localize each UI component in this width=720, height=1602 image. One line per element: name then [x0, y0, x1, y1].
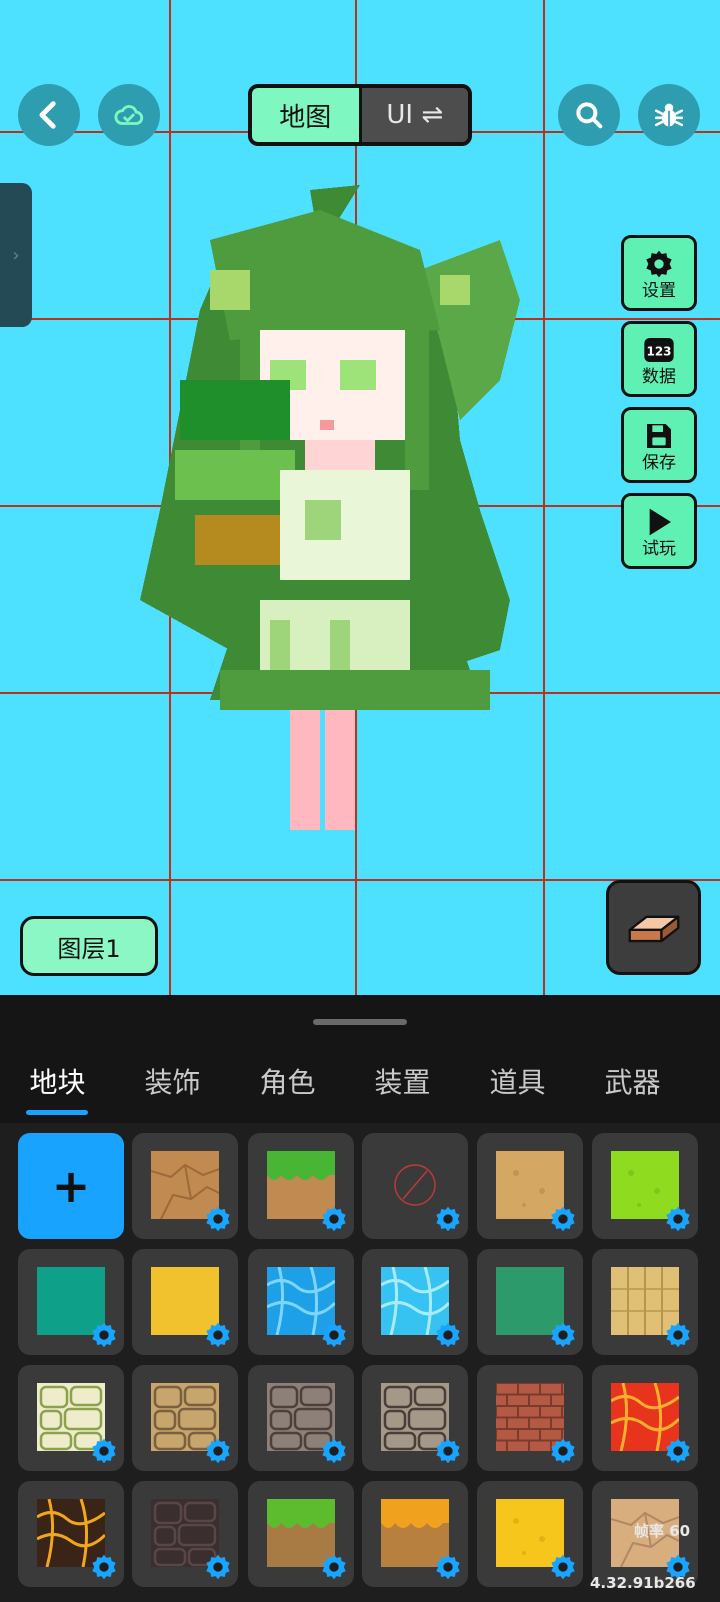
gear-icon[interactable]	[664, 1205, 692, 1233]
play-test-label: 试玩	[642, 538, 676, 559]
tab-characters[interactable]: 角色	[230, 1045, 345, 1117]
tile-item-cobble-moss[interactable]	[18, 1365, 124, 1471]
tab-devices[interactable]: 装置	[345, 1045, 460, 1117]
settings-label: 设置	[642, 280, 676, 301]
gear-icon[interactable]	[204, 1553, 232, 1581]
gear-icon[interactable]	[549, 1321, 577, 1349]
bug-icon	[654, 103, 684, 127]
tile-item-water-deep[interactable]	[248, 1249, 354, 1355]
gear-icon[interactable]	[320, 1321, 348, 1349]
tile-item-stone-tan[interactable]	[132, 1365, 238, 1471]
floppy-save-icon	[642, 419, 676, 453]
back-button[interactable]	[18, 84, 80, 146]
search-icon	[576, 102, 603, 129]
tile-item-grass-dirt[interactable]	[248, 1133, 354, 1239]
tile-item-gold-field[interactable]	[477, 1481, 583, 1587]
data-123-icon: 123	[642, 333, 676, 367]
plus-icon: +	[51, 1159, 91, 1213]
gear-icon[interactable]	[664, 1321, 692, 1349]
gear-icon[interactable]	[90, 1437, 118, 1465]
chevron-left-icon	[39, 101, 56, 129]
mode-toggle[interactable]: 地图 UI ⇌	[248, 84, 472, 146]
gear-icon[interactable]	[664, 1437, 692, 1465]
tile-item-sand[interactable]	[477, 1133, 583, 1239]
gear-icon	[642, 247, 676, 281]
play-test-button[interactable]: 试玩	[621, 493, 697, 569]
tile-item-water-light[interactable]	[362, 1249, 468, 1355]
save-label: 保存	[642, 452, 676, 473]
tile-item-lava[interactable]	[592, 1365, 698, 1471]
search-button[interactable]	[558, 84, 620, 146]
tile-item-wood-planks[interactable]	[592, 1249, 698, 1355]
tab-ui[interactable]: UI ⇌	[361, 88, 468, 142]
tile-item-brick[interactable]	[477, 1365, 583, 1471]
tile-item-autumn-grass[interactable]	[362, 1481, 468, 1587]
tab-decorations[interactable]: 装饰	[115, 1045, 230, 1117]
chevron-right-icon: ›	[12, 244, 20, 266]
tab-items[interactable]: 道具	[460, 1045, 575, 1117]
tile-item-magma-dark[interactable]	[18, 1481, 124, 1587]
data-button[interactable]: 123 数据	[621, 321, 697, 397]
grid-line	[543, 0, 545, 995]
gear-icon[interactable]	[434, 1553, 462, 1581]
drawer-toggle[interactable]: ›	[0, 183, 32, 327]
gear-icon[interactable]	[90, 1321, 118, 1349]
tile-item-stone-gray[interactable]	[248, 1365, 354, 1471]
save-button[interactable]: 保存	[621, 407, 697, 483]
gear-icon[interactable]	[434, 1437, 462, 1465]
tile-item-rock-dark[interactable]	[132, 1481, 238, 1587]
tile-item-dirt-cracked[interactable]	[132, 1133, 238, 1239]
tile-grid: +	[0, 1123, 720, 1602]
layer-selector-button[interactable]: 图层1	[20, 916, 158, 976]
play-icon	[642, 505, 676, 539]
gear-icon[interactable]	[320, 1553, 348, 1581]
category-tabs: 地块 装饰 角色 装置 道具 武器	[0, 1045, 720, 1117]
tile-item-yellow-solid[interactable]	[132, 1249, 238, 1355]
eraser-icon	[628, 915, 679, 942]
tile-item-empty[interactable]	[362, 1133, 468, 1239]
gear-icon[interactable]	[320, 1437, 348, 1465]
character-sprite[interactable]	[120, 180, 540, 860]
tab-tiles[interactable]: 地块	[0, 1045, 115, 1117]
svg-text:123: 123	[646, 344, 671, 358]
tile-item-grass-plain[interactable]	[592, 1133, 698, 1239]
gear-icon[interactable]	[320, 1205, 348, 1233]
tile-item-stone-mixed[interactable]	[362, 1365, 468, 1471]
tab-map[interactable]: 地图	[252, 88, 362, 142]
gear-icon[interactable]	[204, 1437, 232, 1465]
tile-item-green-solid[interactable]	[477, 1249, 583, 1355]
gear-icon[interactable]	[434, 1321, 462, 1349]
cloud-check-icon	[114, 105, 144, 125]
debug-button[interactable]	[638, 84, 700, 146]
fps-counter: 帧率 60	[634, 1522, 691, 1540]
tile-palette-panel: 地块 装饰 角色 装置 道具 武器 +	[0, 995, 720, 1602]
gear-icon[interactable]	[204, 1205, 232, 1233]
eraser-button[interactable]	[606, 880, 701, 975]
gear-icon[interactable]	[549, 1553, 577, 1581]
tile-item-grass-dirt-2[interactable]	[248, 1481, 354, 1587]
map-canvas[interactable]: 地图 UI ⇌ › 设置 123 数据 保存 试玩 图层1	[0, 0, 720, 995]
version-label: 4.32.91b266	[590, 1574, 696, 1592]
add-tile-button[interactable]: +	[18, 1133, 124, 1239]
gear-icon[interactable]	[434, 1205, 462, 1233]
gear-icon[interactable]	[204, 1321, 232, 1349]
tab-weapons[interactable]: 武器	[575, 1045, 690, 1117]
gear-icon[interactable]	[549, 1437, 577, 1465]
gear-icon[interactable]	[549, 1205, 577, 1233]
cloud-sync-button[interactable]	[98, 84, 160, 146]
gear-icon[interactable]	[90, 1553, 118, 1581]
data-label: 数据	[642, 366, 676, 387]
drag-handle[interactable]	[313, 1019, 407, 1025]
grid-line	[0, 879, 720, 881]
settings-button[interactable]: 设置	[621, 235, 697, 311]
tile-item-teal-solid[interactable]	[18, 1249, 124, 1355]
